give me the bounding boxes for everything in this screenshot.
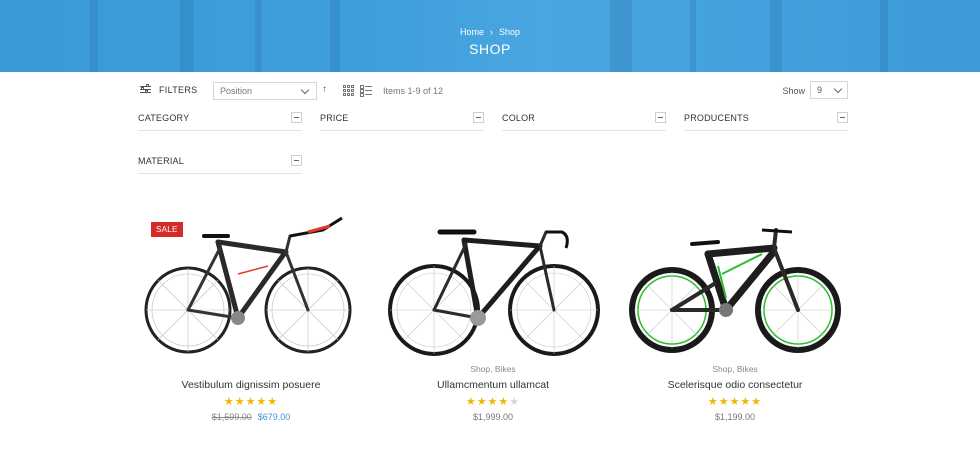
rating-stars-icon: ★★★★★ (223, 396, 279, 408)
product-category[interactable]: Shop, Bikes (380, 364, 606, 375)
road-bike-image (388, 229, 600, 356)
product-image[interactable] (380, 214, 606, 364)
product-image[interactable]: SALE (138, 214, 364, 364)
filter-category[interactable]: CATEGORY (138, 111, 302, 131)
breadcrumb-home-link[interactable]: Home (460, 27, 484, 37)
product-card[interactable]: Shop, Bikes Ullamcmentum ullamcat ★★★★★ … (380, 214, 606, 422)
collapse-minus-icon[interactable] (291, 155, 302, 166)
filter-category-label: CATEGORY (138, 113, 190, 123)
show-label: Show (782, 86, 805, 96)
filters-label: FILTERS (159, 84, 198, 95)
filter-color-label: COLOR (502, 113, 536, 123)
product-name[interactable]: Ullamcmentum ullamcat (380, 379, 606, 391)
chevron-down-icon (833, 84, 843, 93)
collapse-minus-icon[interactable] (291, 112, 302, 123)
product-category[interactable]: Shop, Bikes (622, 364, 848, 375)
rating-stars-icon: ★★★★★ (707, 396, 763, 408)
show-per-page-value: 9 (817, 85, 823, 95)
product-card[interactable]: Shop, Bikes Scelerisque odio consectetur… (622, 214, 848, 422)
product-rating: ★★★★★ (138, 395, 364, 408)
rating-empty-star-icon: ★ (509, 396, 521, 408)
collapse-minus-icon[interactable] (837, 112, 848, 123)
filter-producents-label: PRODUCENTS (684, 113, 750, 123)
filter-price[interactable]: PRICE (320, 111, 484, 131)
filter-material-label: MATERIAL (138, 156, 184, 166)
filters-button[interactable]: FILTERS (140, 84, 197, 95)
product-name[interactable]: Scelerisque odio consectetur (622, 379, 848, 391)
page-title: SHOP (469, 41, 511, 57)
filter-producents[interactable]: PRODUCENTS (684, 111, 848, 131)
product-name[interactable]: Vestibulum dignissim posuere (138, 379, 364, 391)
show-per-page-select[interactable]: 9 (810, 81, 848, 99)
price: $1,999.00 (472, 412, 514, 422)
shop-toolbar: FILTERS Position ↑ Items 1-9 of 12 Show … (138, 80, 850, 102)
breadcrumb-separator-icon: › (489, 27, 493, 37)
items-count: Items 1-9 of 12 (383, 86, 444, 96)
list-view-icon[interactable] (360, 85, 372, 97)
sale-badge: SALE (151, 222, 183, 237)
mountain-bike-image (629, 228, 841, 353)
product-price: $1,999.00 (380, 412, 606, 422)
filter-price-label: PRICE (320, 113, 349, 123)
product-price: $1,599.00 $679.00 (138, 412, 364, 422)
sort-by-select[interactable]: Position (213, 82, 317, 100)
breadcrumb-shop[interactable]: Shop (499, 27, 520, 37)
old-price: $1,599.00 (211, 412, 252, 422)
product-price: $1,199.00 (622, 412, 848, 422)
product-image[interactable] (622, 214, 848, 364)
filter-sliders-icon (140, 84, 151, 95)
product-rating: ★★★★★ (380, 395, 606, 408)
sort-direction-arrow-icon[interactable]: ↑ (322, 84, 327, 95)
filter-color[interactable]: COLOR (502, 111, 666, 131)
filter-material[interactable]: MATERIAL (138, 154, 302, 174)
product-rating: ★★★★★ (622, 395, 848, 408)
product-card[interactable]: SALE Vestibulum dignissim posuere ★★★★★ … (138, 214, 364, 422)
grid-view-icon[interactable] (343, 85, 354, 96)
product-category (138, 364, 364, 375)
sale-price: $679.00 (257, 412, 291, 422)
page-banner: Home › Shop SHOP (0, 0, 980, 72)
rating-stars-icon: ★★★★ (465, 396, 510, 408)
collapse-minus-icon[interactable] (655, 112, 666, 123)
breadcrumb: Home › Shop (0, 27, 980, 37)
sort-by-value: Position (220, 86, 253, 96)
collapse-minus-icon[interactable] (473, 112, 484, 123)
price: $1,199.00 (714, 412, 756, 422)
chevron-down-icon (300, 85, 310, 94)
